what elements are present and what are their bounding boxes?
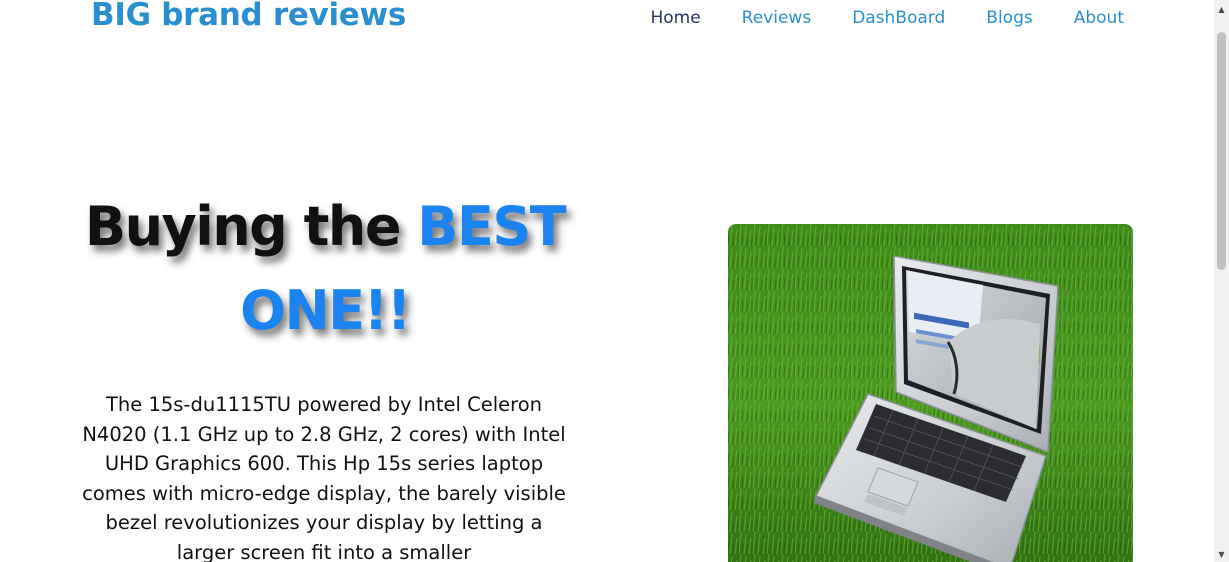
main-nav: Home Reviews DashBoard Blogs About (650, 8, 1124, 28)
nav-about-link[interactable]: About (1074, 8, 1124, 28)
nav-blogs-link[interactable]: Blogs (986, 8, 1032, 28)
scrollbar-thumb[interactable] (1217, 32, 1226, 270)
laptop-on-grass-image (728, 224, 1133, 562)
brand-logo-link[interactable]: BIG brand reviews (91, 0, 406, 33)
nav-reviews-link[interactable]: Reviews (742, 8, 812, 28)
nav-home-link[interactable]: Home (650, 8, 700, 28)
hero-description: The 15s-du1115TU powered by Intel Celero… (82, 393, 566, 562)
hero-title-plain: Buying the (84, 195, 418, 258)
scroll-down-arrow-icon[interactable]: ▼ (1214, 547, 1229, 562)
page: BIG brand reviews Home Reviews DashBoard… (0, 0, 1229, 562)
scroll-up-arrow-icon[interactable]: ▲ (1214, 2, 1229, 17)
hero-title: Buying the BEST ONE!! (70, 185, 580, 353)
nav-dashboard-link[interactable]: DashBoard (852, 8, 945, 28)
page-scrollbar[interactable]: ▲ ▼ (1214, 0, 1229, 562)
